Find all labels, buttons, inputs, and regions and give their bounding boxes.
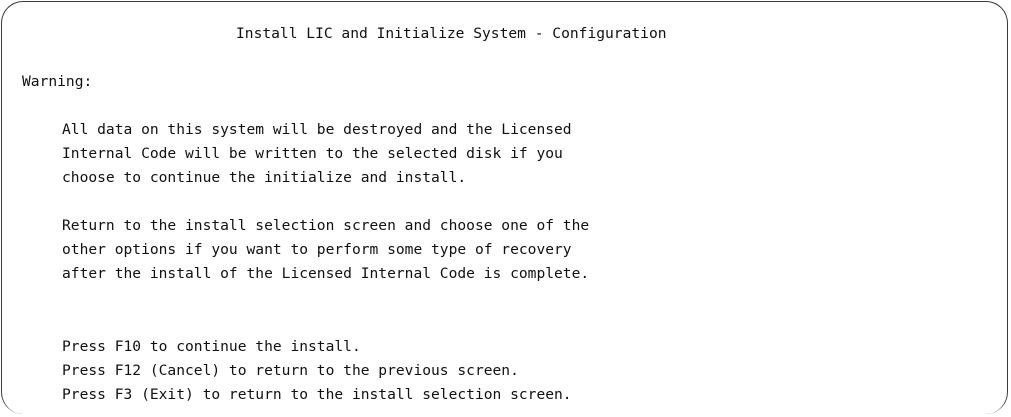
terminal-screen: Install LIC and Initialize System - Conf…	[0, 0, 1011, 417]
screen-title: Install LIC and Initialize System - Conf…	[236, 25, 667, 42]
f12-cancel-instruction[interactable]: Press F12 (Cancel) to return to the prev…	[62, 359, 519, 383]
recovery-text-line-3: after the install of the Licensed Intern…	[62, 265, 590, 282]
warning-text-line-1: All data on this system will be destroye…	[62, 121, 572, 138]
warning-text-line-2: Internal Code will be written to the sel…	[62, 145, 563, 162]
f10-continue-instruction[interactable]: Press F10 to continue the install.	[62, 335, 361, 359]
recovery-text-line-1: Return to the install selection screen a…	[62, 217, 590, 234]
warning-text-line-3: choose to continue the initialize and in…	[62, 169, 467, 186]
recovery-text-line-2: other options if you want to perform som…	[62, 241, 572, 258]
warning-label: Warning:	[22, 73, 93, 90]
f3-exit-instruction[interactable]: Press F3 (Exit) to return to the install…	[62, 383, 572, 407]
